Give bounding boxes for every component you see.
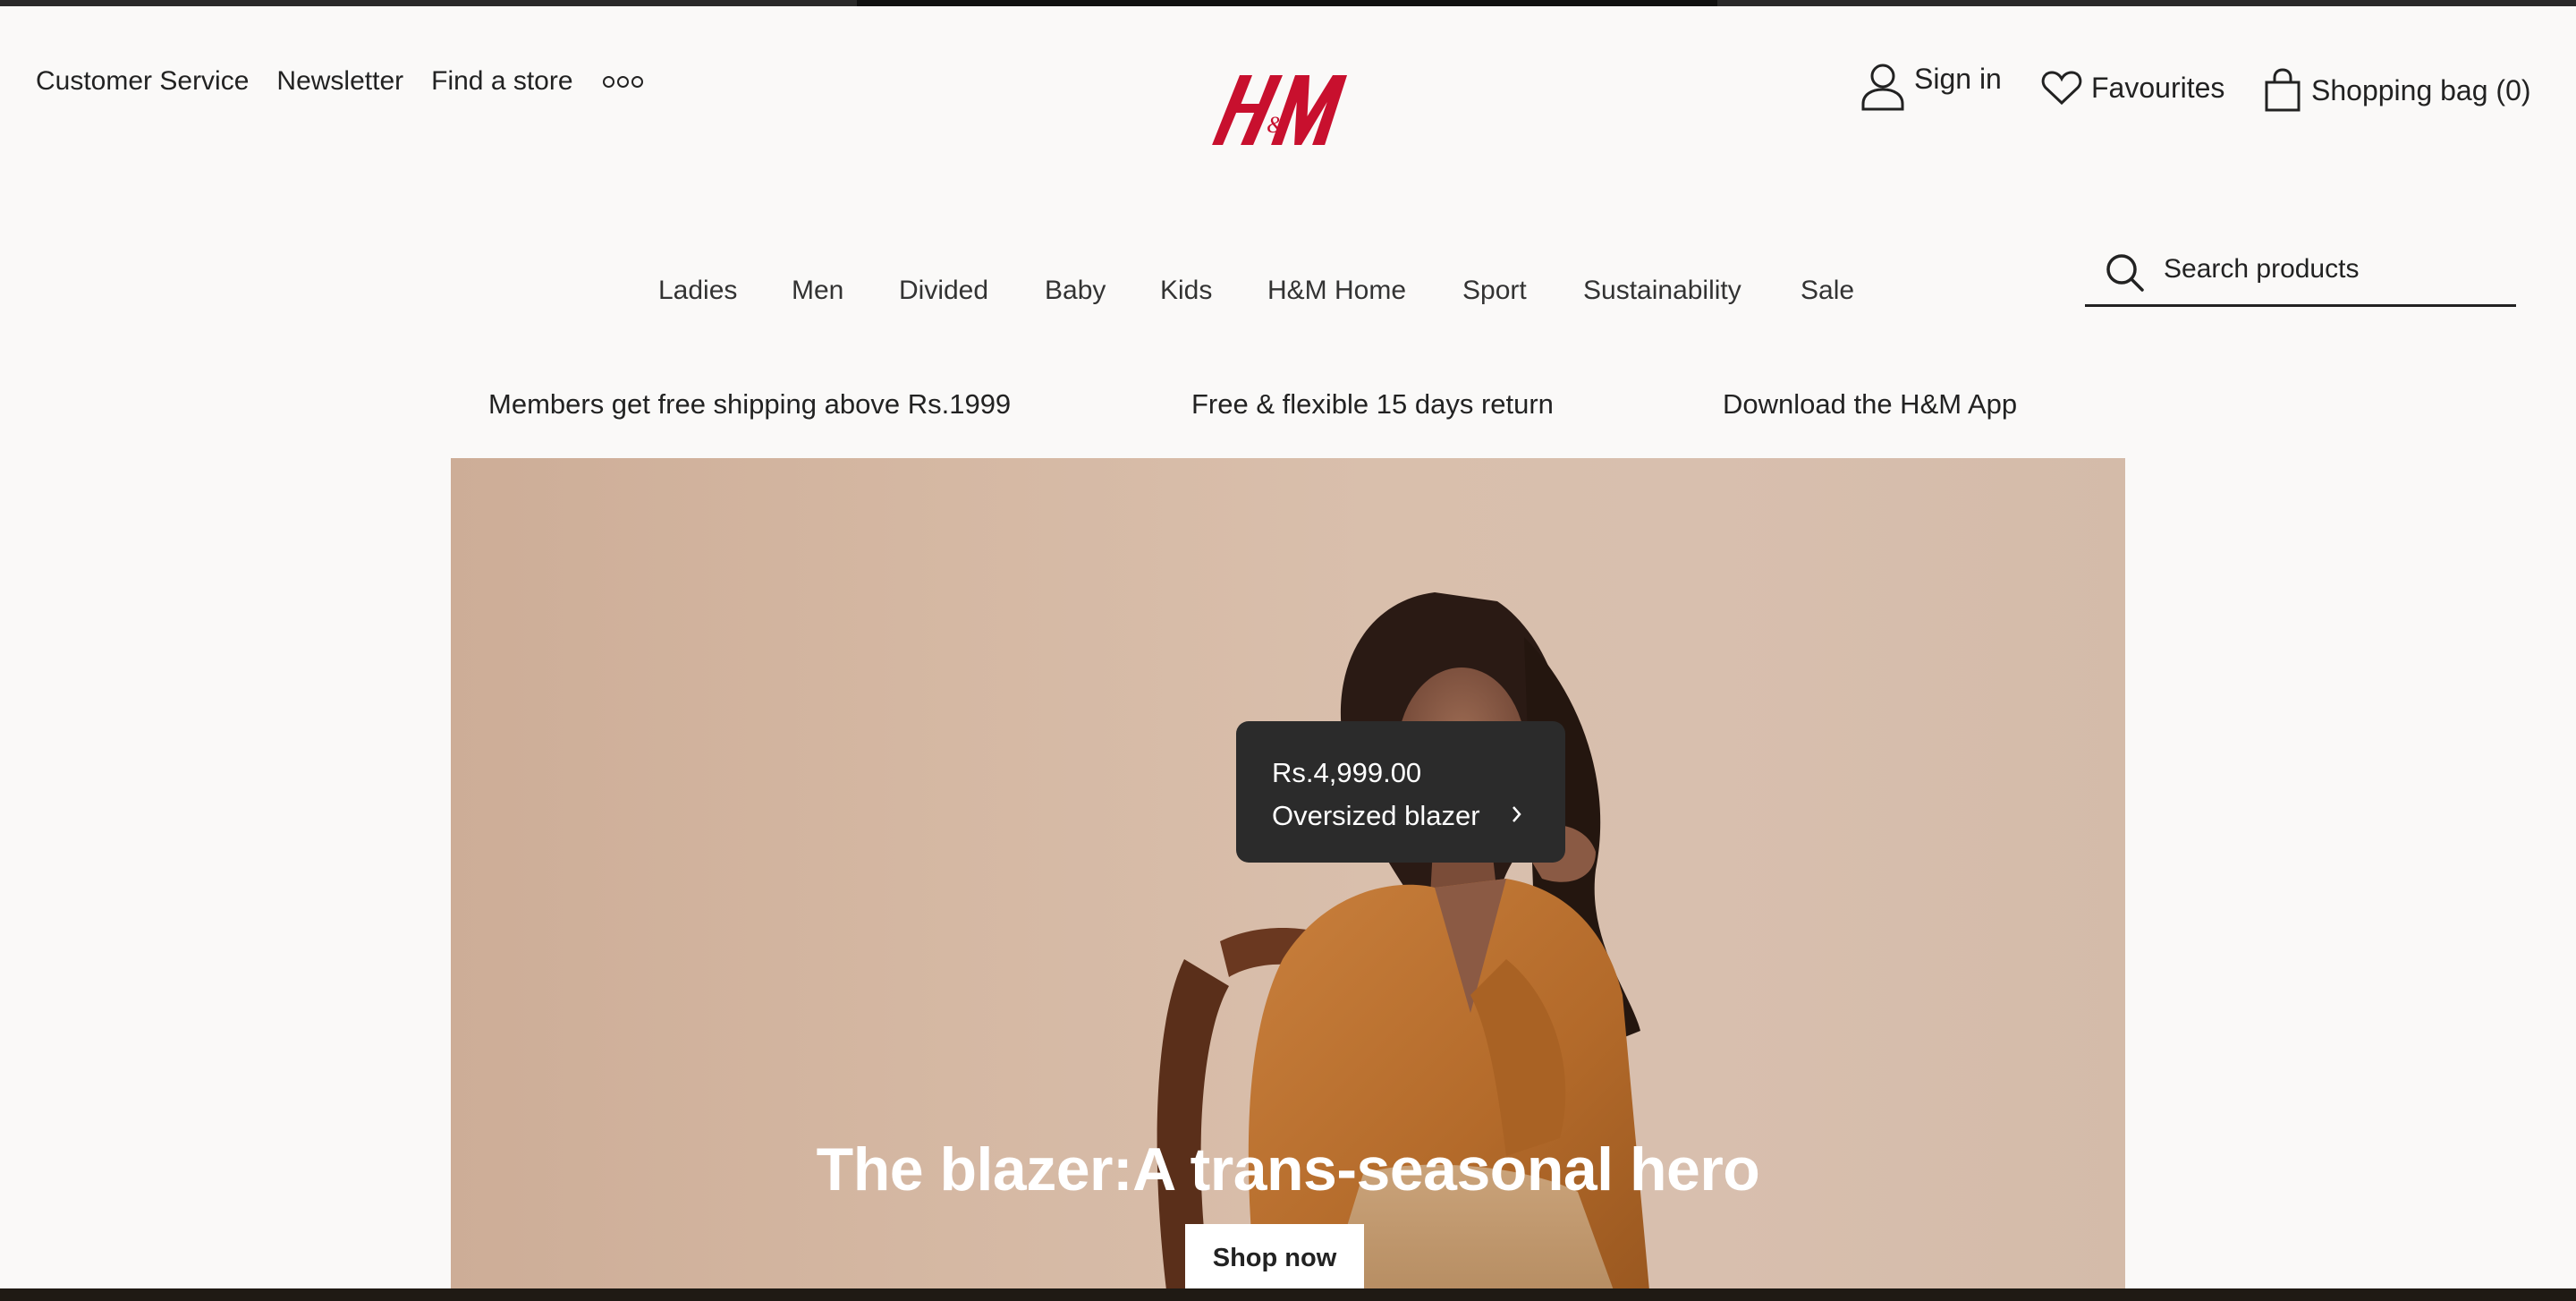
search-icon[interactable]: [2105, 252, 2146, 293]
shopping-bag-icon: [2265, 68, 2301, 112]
hero-headline: The blazer:A trans-seasonal hero: [816, 1135, 1760, 1203]
heart-icon: [2041, 71, 2082, 106]
nav-baby[interactable]: Baby: [1045, 276, 1106, 306]
nav-divided[interactable]: Divided: [899, 276, 988, 306]
sign-in-label: Sign in: [1914, 62, 2002, 95]
nav-hm-home[interactable]: H&M Home: [1267, 276, 1406, 306]
hm-logo-mark: &: [1212, 75, 1348, 145]
browser-top-strip: [0, 0, 2576, 6]
utility-nav: Customer Service Newsletter Find a store: [36, 66, 643, 97]
search-bar[interactable]: [2085, 242, 2516, 307]
promo-app[interactable]: Download the H&M App: [1723, 388, 2017, 421]
window-bottom-edge: [0, 1288, 2576, 1301]
promo-free-shipping[interactable]: Members get free shipping above Rs.1999: [488, 388, 1011, 421]
shopping-bag-label: Shopping bag (0): [2311, 73, 2531, 106]
svg-text:&: &: [1267, 112, 1285, 138]
search-input[interactable]: [2162, 251, 2505, 288]
nav-men[interactable]: Men: [792, 276, 843, 306]
product-price: Rs.4,999.00: [1272, 757, 1422, 788]
nav-kids[interactable]: Kids: [1160, 276, 1212, 306]
nav-ladies[interactable]: Ladies: [658, 276, 737, 306]
chevron-right-icon: [1513, 806, 1521, 822]
promo-returns[interactable]: Free & flexible 15 days return: [1191, 388, 1554, 421]
nav-sale[interactable]: Sale: [1801, 276, 1854, 306]
shopping-bag-link[interactable]: Shopping bag (0): [2263, 68, 2531, 113]
customer-service-link[interactable]: Customer Service: [36, 66, 249, 97]
more-dots-icon[interactable]: [602, 75, 643, 88]
favourites-link[interactable]: Favourites: [2041, 70, 2224, 106]
tab-indicator: [857, 0, 1717, 6]
find-store-link[interactable]: Find a store: [431, 66, 572, 97]
user-icon: [1861, 64, 1904, 111]
favourites-label: Favourites: [2091, 71, 2225, 104]
sign-in-link[interactable]: Sign in: [1860, 61, 2002, 111]
product-tooltip[interactable]: Rs.4,999.00 Oversized blazer: [1236, 721, 1565, 863]
newsletter-link[interactable]: Newsletter: [276, 66, 403, 97]
nav-sustainability[interactable]: Sustainability: [1583, 276, 1741, 306]
nav-sport[interactable]: Sport: [1462, 276, 1527, 306]
product-name: Oversized blazer: [1272, 800, 1480, 831]
shop-now-button[interactable]: Shop now: [1185, 1224, 1364, 1292]
hm-logo[interactable]: &: [1209, 63, 1352, 152]
